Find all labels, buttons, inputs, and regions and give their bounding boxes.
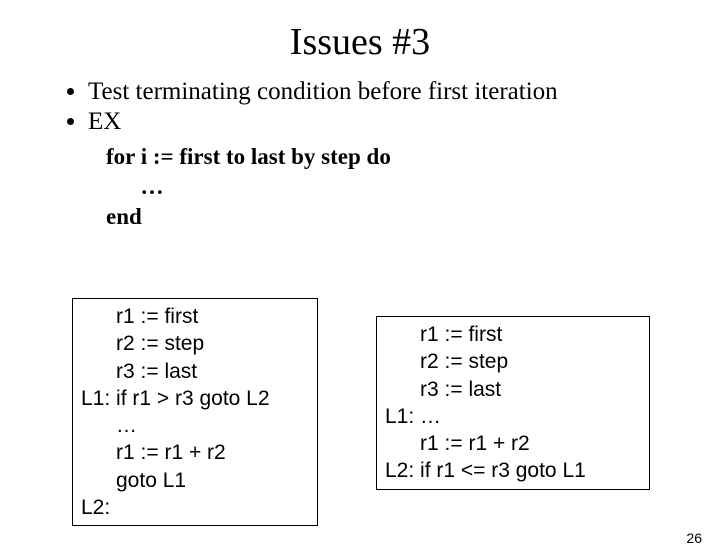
code-box-right: r1 := first r2 := step r3 := last L1: … …	[376, 316, 650, 490]
bullet-item: EX	[88, 108, 720, 136]
page-number: 26	[686, 530, 702, 546]
bullet-item: Test terminating condition before first …	[88, 78, 720, 106]
pseudocode-line: end	[106, 202, 720, 232]
slide-title: Issues #3	[0, 20, 720, 64]
pseudocode-block: for i := first to last by step do … end	[106, 142, 720, 232]
pseudocode-line: for i := first to last by step do	[106, 142, 720, 172]
pseudocode-line: …	[106, 172, 720, 202]
code-box-left: r1 := first r2 := step r3 := last L1: if…	[72, 298, 318, 526]
bullet-list: Test terminating condition before first …	[48, 78, 720, 136]
